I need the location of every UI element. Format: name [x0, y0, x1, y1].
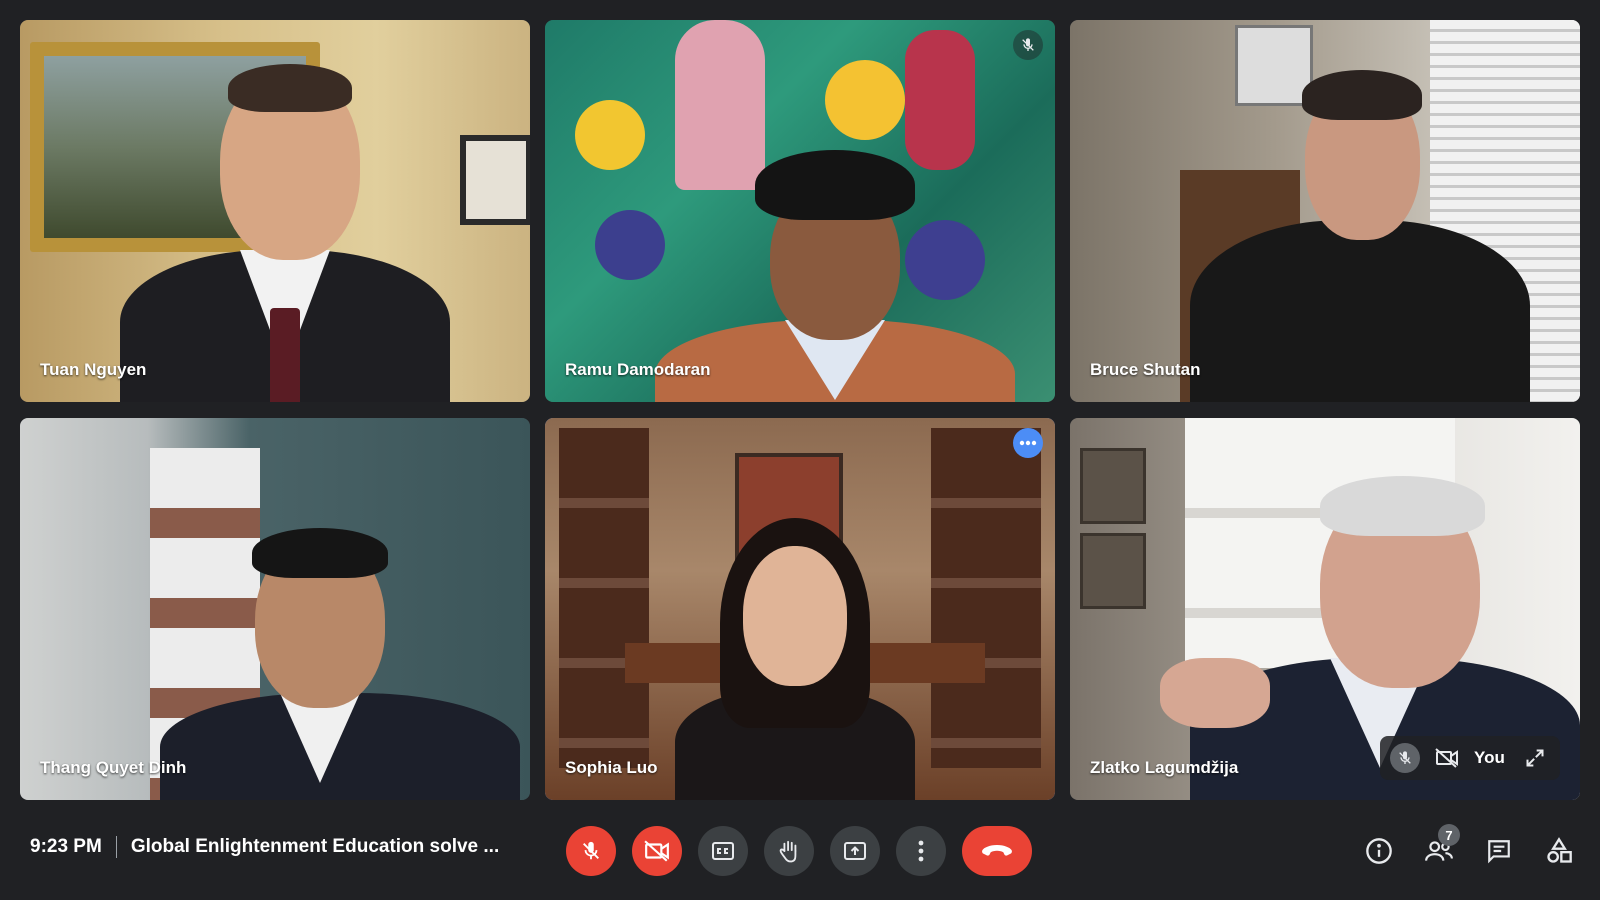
participant-video	[665, 508, 925, 800]
leave-call-button[interactable]	[962, 826, 1032, 876]
participant-video	[160, 528, 520, 800]
more-options-button[interactable]	[896, 826, 946, 876]
camera-toggle-button[interactable]	[632, 826, 682, 876]
side-panel-buttons: 7	[1364, 824, 1574, 876]
participant-tile-sophia-luo[interactable]: Sophia Luo	[545, 418, 1055, 800]
self-view-controls: You	[1380, 736, 1560, 780]
more-vert-icon	[918, 840, 924, 862]
chat-icon	[1488, 840, 1510, 864]
participant-name: Zlatko Lagumdžija	[1090, 758, 1239, 777]
participant-video	[120, 50, 450, 402]
mic-off-icon	[1399, 751, 1411, 764]
participants-button[interactable]: 7	[1424, 824, 1460, 876]
participant-name: Thang Quyet Dinh	[40, 758, 187, 777]
bookshelf-right	[931, 428, 1041, 768]
meeting-info: 9:23 PM Global Enlightenment Education s…	[30, 836, 499, 858]
wall-frame	[1080, 533, 1146, 609]
self-camera-button[interactable]	[1432, 743, 1462, 773]
call-controls	[566, 826, 1032, 876]
raise-hand-button[interactable]	[764, 826, 814, 876]
meeting-time: 9:23 PM	[30, 836, 102, 857]
participant-video	[1190, 50, 1530, 402]
mic-off-icon	[1022, 38, 1034, 51]
divider	[115, 836, 117, 858]
bookshelf-left	[559, 428, 649, 768]
activities-button[interactable]	[1544, 826, 1574, 876]
mural-flower	[825, 60, 905, 140]
hand-icon	[779, 840, 797, 863]
camera-off-icon	[644, 840, 669, 862]
participant-tile-zlatko-lagumdzija[interactable]: Zlatko Lagumdžija You	[1070, 418, 1580, 800]
expand-icon	[1526, 749, 1544, 767]
end-call-icon	[982, 845, 1012, 856]
tile-more-options-button[interactable]	[1013, 428, 1043, 458]
participant-name: Ramu Damodaran	[565, 360, 711, 379]
meeting-details-button[interactable]	[1364, 826, 1394, 876]
participant-tile-ramu-damodaran[interactable]: Ramu Damodaran	[545, 20, 1055, 402]
info-icon	[1366, 838, 1392, 864]
meeting-title: Global Enlightenment Education solve ...	[130, 836, 500, 857]
expand-button[interactable]	[1520, 743, 1550, 773]
mic-toggle-button[interactable]	[566, 826, 616, 876]
present-icon	[844, 842, 866, 860]
self-mic-button[interactable]	[1390, 743, 1420, 773]
participant-tile-tuan-nguyen[interactable]: Tuan Nguyen	[20, 20, 530, 402]
photo-frame	[460, 135, 530, 225]
chat-button[interactable]	[1484, 826, 1514, 876]
participant-name: Sophia Luo	[565, 758, 658, 777]
present-button[interactable]	[830, 826, 880, 876]
mural-flower	[575, 100, 645, 170]
participant-name: Bruce Shutan	[1090, 360, 1201, 379]
self-label: You	[1474, 748, 1505, 767]
mic-off-icon	[583, 841, 599, 860]
participant-count-badge: 7	[1438, 824, 1460, 846]
participant-tile-bruce-shutan[interactable]: Bruce Shutan	[1070, 20, 1580, 402]
participant-name: Tuan Nguyen	[40, 360, 147, 379]
captions-button[interactable]	[698, 826, 748, 876]
activities-icon	[1547, 837, 1572, 863]
camera-off-icon	[1435, 748, 1458, 768]
bottom-toolbar: 9:23 PM Global Enlightenment Education s…	[0, 800, 1600, 900]
captions-icon	[712, 842, 734, 860]
meet-window: Tuan Nguyen Ramu Damodaran Bruce Shutan …	[0, 0, 1600, 900]
muted-indicator	[1013, 30, 1043, 60]
wall-frame	[1080, 448, 1146, 524]
pointing-hand	[1160, 658, 1270, 728]
more-horiz-icon	[1019, 440, 1037, 446]
participant-tile-thang-quyet-dinh[interactable]: Thang Quyet Dinh	[20, 418, 530, 800]
